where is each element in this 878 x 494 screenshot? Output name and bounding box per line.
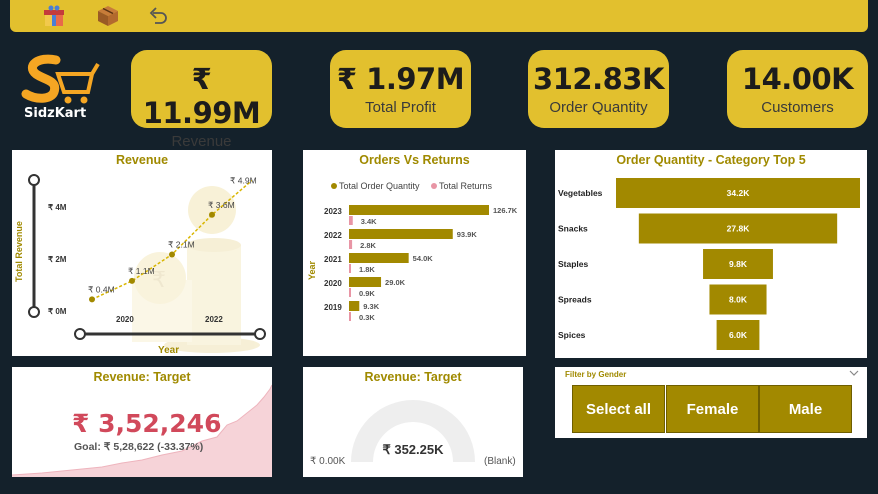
slicer-option-male[interactable]: Male bbox=[759, 385, 852, 433]
kpi-total-profit: ₹ 1.97M Total Profit bbox=[330, 50, 471, 128]
data-label: ₹ 0.4M bbox=[88, 284, 115, 294]
category-label: Staples bbox=[558, 259, 589, 269]
data-point[interactable] bbox=[129, 277, 135, 284]
package-icon[interactable] bbox=[96, 4, 120, 28]
category-label: Snacks bbox=[558, 224, 588, 234]
y-tick-label: 2022 bbox=[324, 231, 342, 240]
chevron-down-icon[interactable] bbox=[849, 369, 859, 377]
bar-orders[interactable] bbox=[349, 277, 382, 287]
bar-returns[interactable] bbox=[349, 264, 351, 273]
horizontal-range-handle-right[interactable] bbox=[254, 328, 266, 340]
gift-icon[interactable] bbox=[42, 4, 66, 28]
vertical-range-handle-top[interactable] bbox=[28, 174, 40, 186]
data-point[interactable] bbox=[89, 296, 95, 303]
data-label: 6.0K bbox=[729, 330, 748, 340]
vertical-range-handle-bottom[interactable] bbox=[28, 306, 40, 318]
y-axis-title: Year bbox=[307, 260, 317, 280]
bar-returns[interactable] bbox=[349, 216, 353, 225]
bar-returns[interactable] bbox=[349, 288, 351, 297]
orders-returns-card: Orders Vs Returns Total Order Quantity T… bbox=[303, 150, 526, 356]
y-tick-label: ₹ 0M bbox=[48, 307, 67, 316]
category-label: Spices bbox=[558, 330, 586, 340]
slicer-option-female[interactable]: Female bbox=[666, 385, 759, 433]
data-label: 8.0K bbox=[729, 295, 748, 305]
data-label: 126.7K bbox=[493, 206, 518, 215]
revenue-target-gauge-card: Revenue: Target ₹ 0.00K (Blank) ₹ 352.25… bbox=[303, 367, 523, 477]
data-label: 3.4K bbox=[361, 217, 377, 226]
data-label: 1.8K bbox=[359, 265, 375, 274]
kpi-label: Revenue bbox=[171, 133, 232, 150]
gauge-value: ₹ 352.25K bbox=[382, 442, 444, 457]
slicer-option-select-all[interactable]: Select all bbox=[572, 385, 665, 433]
y-tick-label: 2023 bbox=[324, 207, 342, 216]
data-point[interactable] bbox=[169, 251, 175, 258]
orders-returns-chart: Total Order Quantity Total Returns Year … bbox=[307, 181, 518, 322]
data-label: 54.0K bbox=[413, 254, 434, 263]
data-label: 27.8K bbox=[727, 224, 751, 234]
bar-orders[interactable] bbox=[349, 301, 360, 311]
legend-swatch-returns bbox=[431, 183, 437, 189]
data-label: ₹ 1.1M bbox=[128, 266, 155, 276]
bar-returns[interactable] bbox=[349, 312, 351, 321]
category-label: Vegetables bbox=[558, 188, 603, 198]
legend-label: Total Returns bbox=[439, 181, 493, 191]
data-label: 0.9K bbox=[359, 289, 375, 298]
revenue-gauge: ₹ 0.00K (Blank) ₹ 352.25K bbox=[310, 400, 516, 467]
undo-icon[interactable] bbox=[146, 4, 170, 28]
revenue-target-kpi-card: Revenue: Target ₹ 3,52,246 ! Goal: ₹ 5,2… bbox=[12, 367, 272, 477]
kpi-value: ₹ 1.97M bbox=[336, 62, 465, 96]
y-tick-label: 2020 bbox=[324, 279, 342, 288]
kpi-label: Customers bbox=[761, 99, 834, 116]
x-axis-title: Year bbox=[158, 345, 179, 356]
kpi-value: 14.00K bbox=[741, 62, 854, 96]
data-label: 29.0K bbox=[385, 278, 406, 287]
kpi-value: ₹ 11.99M bbox=[142, 62, 261, 130]
y-tick-label: 2019 bbox=[324, 303, 342, 312]
target-actual-value: ₹ 3,52,246 bbox=[72, 409, 222, 438]
brand-name: SidzKart bbox=[24, 106, 87, 121]
data-label: 2.8K bbox=[360, 241, 376, 250]
slicer-title: Filter by Gender bbox=[565, 370, 627, 379]
legend-swatch-orders bbox=[331, 183, 337, 189]
data-label: 34.2K bbox=[727, 188, 751, 198]
bar-orders[interactable] bbox=[349, 205, 489, 215]
data-label: 0.3K bbox=[359, 313, 375, 322]
y-axis-title: Total Revenue bbox=[14, 221, 24, 282]
x-tick-label: 2020 bbox=[116, 315, 134, 324]
y-tick-label: ₹ 4M bbox=[48, 203, 67, 212]
kpi-label: Order Quantity bbox=[549, 99, 648, 116]
data-label: ₹ 4.9M bbox=[230, 175, 257, 185]
data-label: ₹ 3.6M bbox=[208, 200, 235, 210]
kpi-value: 312.83K bbox=[533, 62, 664, 96]
gender-slicer: Filter by Gender Select all Female Male bbox=[555, 367, 867, 438]
gauge-min-label: ₹ 0.00K bbox=[310, 456, 346, 467]
kpi-customers: 14.00K Customers bbox=[727, 50, 868, 128]
kpi-revenue: ₹ 11.99M Revenue bbox=[131, 50, 272, 150]
kpi-order-quantity: 312.83K Order Quantity bbox=[528, 50, 669, 128]
top-toolbar bbox=[10, 0, 868, 32]
data-label: 9.8K bbox=[729, 259, 748, 269]
target-alert-mark: ! bbox=[217, 419, 220, 429]
gauge-max-label: (Blank) bbox=[484, 456, 516, 467]
bar-orders[interactable] bbox=[349, 253, 409, 263]
kpi-label: Total Profit bbox=[365, 99, 436, 116]
data-label: ₹ 2.1M bbox=[168, 239, 195, 249]
revenue-chart: ₹ Total Revenue ₹ 4M ₹ 2M ₹ 0M 2020 2022… bbox=[14, 174, 266, 356]
data-point[interactable] bbox=[209, 211, 215, 218]
horizontal-range-handle-left[interactable] bbox=[74, 328, 86, 340]
category-label: Spreads bbox=[558, 295, 592, 305]
data-label: 9.3K bbox=[363, 302, 379, 311]
y-tick-label: 2021 bbox=[324, 255, 342, 264]
y-tick-label: ₹ 2M bbox=[48, 255, 67, 264]
bar-returns[interactable] bbox=[349, 240, 353, 249]
category-top5-card: Order Quantity - Category Top 5 Vegetabl… bbox=[555, 150, 867, 358]
legend-label: Total Order Quantity bbox=[339, 181, 420, 191]
data-label: 93.9K bbox=[457, 230, 478, 239]
category-funnel-chart: Vegetables 34.2K Snacks 27.8K Staples 9.8K Spr… bbox=[558, 178, 860, 350]
bar-orders[interactable] bbox=[349, 229, 453, 239]
revenue-chart-card: Revenue ₹ Total Revenue ₹ 4M ₹ 2M ₹ 0M 2… bbox=[12, 150, 272, 356]
target-goal-text: Goal: ₹ 5,28,622 (-33.37%) bbox=[74, 441, 204, 453]
x-tick-label: 2022 bbox=[205, 315, 223, 324]
